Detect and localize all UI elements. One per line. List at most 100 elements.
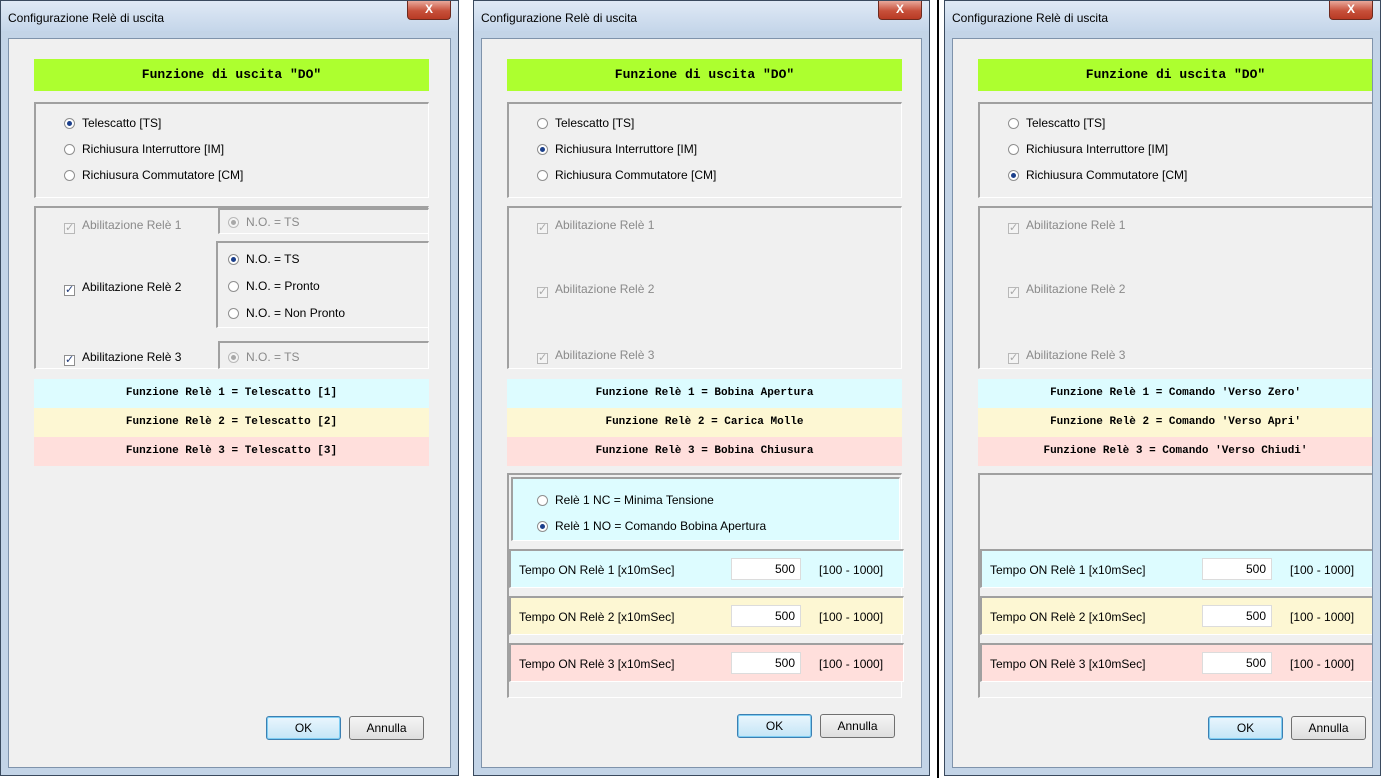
radio-button[interactable]: [537, 495, 548, 506]
separator-line: [937, 0, 939, 778]
radio-button[interactable]: [537, 521, 548, 532]
timing-label: Tempo ON Relè 2 [x10mSec]: [990, 610, 1146, 624]
timing-input[interactable]: 500: [731, 652, 801, 674]
timing-input[interactable]: 500: [1202, 605, 1272, 627]
relay-3-timing-row: Tempo ON Relè 3 [x10mSec] 500 [100 - 100…: [980, 643, 1372, 682]
relay-1-enable: ✓ Abilitazione Relè 1: [1008, 218, 1126, 234]
radio-button[interactable]: [64, 144, 75, 155]
checkbox: ✓: [537, 352, 548, 364]
timing-input[interactable]: 500: [1202, 652, 1272, 674]
relay-2-option-non-pronto[interactable]: N.O. = Non Pronto: [228, 306, 345, 320]
window-title: Configurazione Relè di uscita: [481, 11, 638, 25]
dialog-richiusura-interruttore: Configurazione Relè di uscita X Funzione…: [473, 0, 930, 776]
relay-1-enable: ✓ Abilitazione Relè 1: [537, 218, 655, 234]
mode-option-cm[interactable]: Richiusura Commutatore [CM]: [1008, 168, 1187, 182]
relay-2-option-ts[interactable]: N.O. = TS: [228, 252, 299, 266]
radio-button[interactable]: [64, 118, 75, 129]
radio-button[interactable]: [537, 144, 548, 155]
timing-label: Tempo ON Relè 3 [x10mSec]: [519, 657, 675, 671]
mode-option-ts[interactable]: Telescatto [TS]: [537, 116, 634, 130]
checkbox[interactable]: ✓: [64, 285, 75, 296]
timing-label: Tempo ON Relè 1 [x10mSec]: [990, 563, 1146, 577]
checkbox: ✓: [1008, 286, 1019, 298]
timing-range: [100 - 1000]: [819, 610, 884, 624]
relay-1-mode-group: Relè 1 NC = Minima Tensione Relè 1 NO = …: [511, 477, 900, 541]
mode-option-im[interactable]: Richiusura Interruttore [IM]: [1008, 142, 1168, 156]
relay-1-timing-row: Tempo ON Relè 1 [x10mSec] 500 [100 - 100…: [980, 549, 1372, 588]
relay-3-timing-row: Tempo ON Relè 3 [x10mSec] 500 [100 - 100…: [509, 643, 904, 682]
relay-enable-group: ✓ Abilitazione Relè 1 N.O. = TS ✓ Abilitaz…: [34, 206, 429, 369]
timing-input[interactable]: 500: [731, 605, 801, 627]
radio-button[interactable]: [64, 170, 75, 181]
close-button[interactable]: X: [1329, 1, 1373, 20]
relay-3-function: Funzione Relè 3 = Bobina Chiusura: [507, 437, 902, 466]
radio-button[interactable]: [228, 254, 239, 265]
relay-1-option-ts: N.O. = TS: [228, 215, 299, 229]
window-title: Configurazione Relè di uscita: [952, 11, 1109, 25]
mode-option-im[interactable]: Richiusura Interruttore [IM]: [64, 142, 224, 156]
title-bar: Configurazione Relè di uscita X: [474, 1, 929, 31]
radio-button[interactable]: [228, 281, 239, 292]
timing-range: [100 - 1000]: [1290, 657, 1355, 671]
close-button[interactable]: X: [407, 1, 451, 20]
relay-1-function: Funzione Relè 1 = Telescatto [1]: [34, 379, 429, 408]
output-function-header: Funzione di uscita "DO": [34, 59, 429, 91]
radio-button[interactable]: [228, 308, 239, 319]
mode-option-ts[interactable]: Telescatto [TS]: [64, 116, 161, 130]
close-button[interactable]: X: [878, 1, 922, 20]
checkbox: ✓: [537, 222, 548, 234]
ok-button[interactable]: OK: [1208, 716, 1283, 740]
cancel-button[interactable]: Annulla: [820, 714, 895, 738]
relay-2-enable: ✓ Abilitazione Relè 2: [537, 282, 655, 298]
cancel-button[interactable]: Annulla: [349, 716, 424, 740]
radio-button[interactable]: [537, 170, 548, 181]
mode-option-cm[interactable]: Richiusura Commutatore [CM]: [537, 168, 716, 182]
relay-1-option-no[interactable]: Relè 1 NO = Comando Bobina Apertura: [537, 519, 766, 533]
timing-range: [100 - 1000]: [819, 563, 884, 577]
relay-3-function: Funzione Relè 3 = Comando 'Verso Chiudi': [978, 437, 1372, 466]
mode-option-im[interactable]: Richiusura Interruttore [IM]: [537, 142, 697, 156]
timing-input[interactable]: 500: [731, 558, 801, 580]
mode-option-ts[interactable]: Telescatto [TS]: [1008, 116, 1105, 130]
timing-group: Relè 1 NC = Minima Tensione Relè 1 NO = …: [507, 473, 904, 698]
timing-range: [100 - 1000]: [1290, 610, 1355, 624]
radio-button: [228, 352, 239, 363]
timing-label: Tempo ON Relè 3 [x10mSec]: [990, 657, 1146, 671]
ok-button[interactable]: OK: [737, 714, 812, 738]
mode-group: Telescatto [TS] Richiusura Interruttore …: [34, 102, 429, 198]
cancel-button[interactable]: Annulla: [1291, 716, 1366, 740]
relay-1-function: Funzione Relè 1 = Bobina Apertura: [507, 379, 902, 408]
radio-button[interactable]: [1008, 118, 1019, 129]
mode-option-cm[interactable]: Richiusura Commutatore [CM]: [64, 168, 243, 182]
relay-2-timing-row: Tempo ON Relè 2 [x10mSec] 500 [100 - 100…: [509, 596, 904, 635]
ok-button[interactable]: OK: [266, 716, 341, 740]
relay-3-enable[interactable]: ✓ Abilitazione Relè 3: [64, 350, 181, 366]
timing-label: Tempo ON Relè 1 [x10mSec]: [519, 563, 675, 577]
relay-2-timing-row: Tempo ON Relè 2 [x10mSec] 500 [100 - 100…: [980, 596, 1372, 635]
timing-input[interactable]: 500: [1202, 558, 1272, 580]
radio-button[interactable]: [1008, 170, 1019, 181]
mode-group: Telescatto [TS] Richiusura Interruttore …: [507, 102, 902, 198]
checkbox: ✓: [1008, 352, 1019, 364]
radio-button[interactable]: [1008, 144, 1019, 155]
relay-1-enable: ✓ Abilitazione Relè 1: [64, 218, 182, 234]
checkbox: ✓: [1008, 222, 1019, 234]
relay-enable-group: ✓ Abilitazione Relè 1 ✓ Abilitazione Relè …: [978, 206, 1372, 369]
relay-2-enable[interactable]: ✓ Abilitazione Relè 2: [64, 280, 181, 296]
dialog-client: Funzione di uscita "DO" Telescatto [TS] …: [8, 38, 451, 768]
relay-2-function: Funzione Relè 2 = Telescatto [2]: [34, 408, 429, 437]
relay-3-function: Funzione Relè 3 = Telescatto [3]: [34, 437, 429, 466]
output-function-header: Funzione di uscita "DO": [507, 59, 902, 91]
title-bar: Configurazione Relè di uscita X: [1, 1, 458, 31]
timing-group: Tempo ON Relè 1 [x10mSec] 500 [100 - 100…: [978, 473, 1372, 698]
output-function-header: Funzione di uscita "DO": [978, 59, 1372, 91]
relay-2-option-pronto[interactable]: N.O. = Pronto: [228, 279, 320, 293]
relay-1-timing-row: Tempo ON Relè 1 [x10mSec] 500 [100 - 100…: [509, 549, 904, 588]
relay-2-mode-group: N.O. = TS N.O. = Pronto N.O. = Non Pront…: [216, 241, 429, 328]
relay-2-function: Funzione Relè 2 = Comando 'Verso Apri': [978, 408, 1372, 437]
mode-group: Telescatto [TS] Richiusura Interruttore …: [978, 102, 1372, 198]
checkbox[interactable]: ✓: [64, 355, 75, 366]
relay-1-option-nc[interactable]: Relè 1 NC = Minima Tensione: [537, 493, 714, 507]
radio-button[interactable]: [537, 118, 548, 129]
timing-range: [100 - 1000]: [819, 657, 884, 671]
